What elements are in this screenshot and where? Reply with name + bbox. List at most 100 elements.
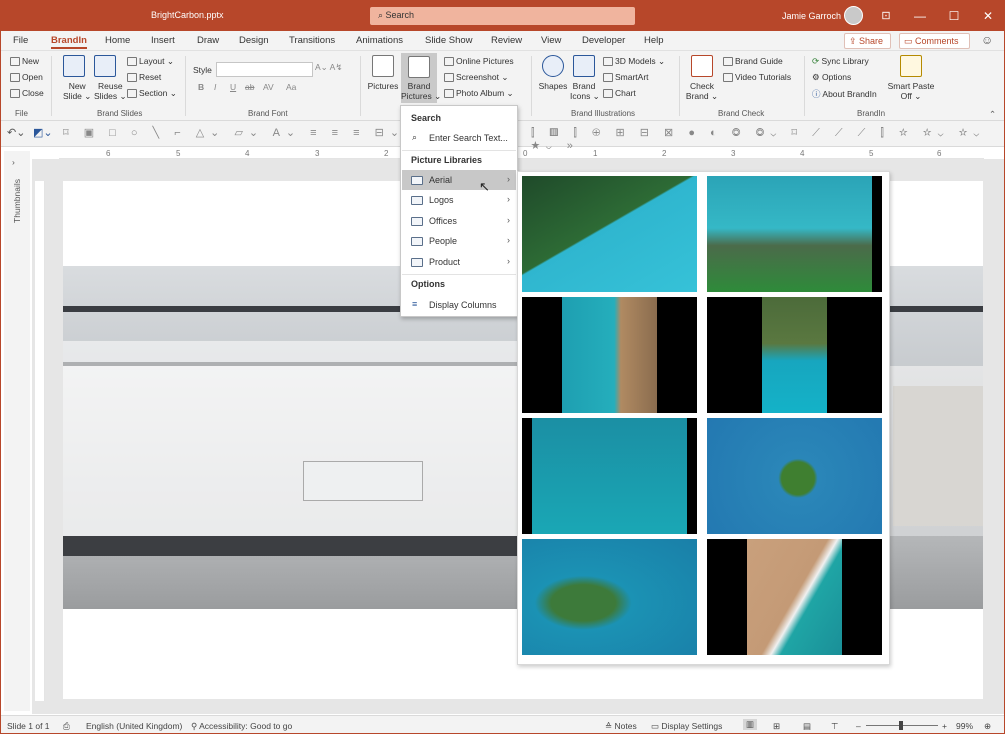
sync-library-button[interactable]: ⟳ Sync Library bbox=[812, 56, 869, 67]
tab-developer[interactable]: Developer bbox=[582, 35, 625, 46]
chart-button[interactable]: Chart bbox=[603, 88, 636, 99]
gallery-image-7[interactable] bbox=[522, 539, 697, 655]
bold-button[interactable]: B bbox=[198, 82, 204, 92]
reuse-slides-button[interactable]: Reuse Slides ⌄ bbox=[94, 55, 127, 102]
tab-draw[interactable]: Draw bbox=[197, 35, 219, 46]
display-settings-button[interactable]: ▭ Display Settings bbox=[651, 721, 722, 732]
reading-view-icon[interactable]: ▤ bbox=[803, 721, 811, 732]
library-item-product[interactable]: Product › bbox=[402, 252, 516, 272]
close-button[interactable]: Close bbox=[10, 88, 44, 99]
new-slide-button[interactable]: New Slide ⌄ bbox=[63, 55, 91, 102]
smart-paste-button[interactable]: Smart Paste Off ⌄ bbox=[886, 55, 936, 102]
spellcheck-icon[interactable]: ⎙ bbox=[63, 721, 70, 732]
tab-insert[interactable]: Insert bbox=[151, 35, 175, 46]
open-button[interactable]: Open bbox=[10, 72, 43, 83]
underline-button[interactable]: U bbox=[230, 82, 236, 92]
layout-icon bbox=[127, 57, 137, 67]
share-button[interactable]: ⇪ Share bbox=[844, 33, 891, 49]
gallery-image-5[interactable] bbox=[522, 418, 697, 534]
shapes-button[interactable]: Shapes bbox=[538, 55, 568, 91]
tab-file[interactable]: File bbox=[13, 35, 28, 46]
gallery-image-1[interactable] bbox=[522, 176, 697, 292]
slideshow-icon[interactable]: ⊤ bbox=[831, 721, 838, 732]
gallery-image-8[interactable] bbox=[707, 539, 882, 655]
library-item-offices[interactable]: Offices › bbox=[402, 211, 516, 231]
3d-models-button[interactable]: 3D Models ⌄ bbox=[603, 56, 665, 67]
check-brand-icon bbox=[691, 55, 713, 77]
mouse-cursor-icon: ↖ bbox=[479, 179, 490, 194]
select-icon[interactable]: ◩⌄ bbox=[33, 126, 53, 139]
library-item-people[interactable]: People › bbox=[402, 231, 516, 251]
gallery-image-6[interactable] bbox=[707, 418, 882, 534]
smiley-icon[interactable]: ☺ bbox=[981, 33, 993, 47]
italic-button[interactable]: I bbox=[214, 82, 216, 92]
char-spacing-button[interactable]: AV bbox=[263, 82, 274, 92]
collapse-ribbon-icon[interactable]: ⌃ bbox=[989, 109, 996, 120]
gallery-image-2[interactable] bbox=[707, 176, 882, 292]
slide-sorter-icon[interactable]: ⊞ bbox=[773, 721, 780, 732]
search-box[interactable]: ⌕ Search bbox=[370, 7, 635, 25]
brand-guide-button[interactable]: Brand Guide bbox=[723, 56, 783, 67]
library-item-logos[interactable]: Logos › bbox=[402, 190, 516, 210]
options-button[interactable]: ⚙ Options bbox=[812, 72, 851, 83]
chevron-right-icon: › bbox=[507, 215, 510, 225]
zoom-level[interactable]: 99% bbox=[956, 721, 973, 731]
minimize-button[interactable]: — bbox=[903, 1, 937, 31]
reset-button[interactable]: Reset bbox=[127, 72, 161, 83]
tab-view[interactable]: View bbox=[541, 35, 561, 46]
accessibility-status[interactable]: ⚲ Accessibility: Good to go bbox=[191, 721, 292, 732]
gallery-image-4[interactable] bbox=[707, 297, 882, 413]
tab-transitions[interactable]: Transitions bbox=[289, 35, 335, 46]
accessibility-icon: ⚲ bbox=[191, 721, 200, 731]
tab-brandin[interactable]: BrandIn bbox=[51, 35, 87, 49]
change-case-button[interactable]: Aa bbox=[286, 82, 296, 92]
maximize-button[interactable]: ☐ bbox=[937, 1, 971, 31]
ribbon-display-icon[interactable]: ⊡ bbox=[869, 1, 903, 31]
normal-view-icon[interactable]: ▥ bbox=[743, 719, 758, 730]
brand-guide-icon bbox=[723, 57, 733, 67]
notes-button[interactable]: ≙ Notes bbox=[605, 721, 637, 732]
font-color-icon[interactable]: A⌄ A↯ bbox=[315, 62, 342, 73]
new-button[interactable]: New bbox=[10, 56, 39, 67]
screenshot-button[interactable]: Screenshot ⌄ bbox=[444, 72, 508, 83]
library-item-aerial[interactable]: Aerial › bbox=[402, 170, 516, 190]
tab-animations[interactable]: Animations bbox=[356, 35, 403, 46]
aerial-island-image bbox=[707, 418, 882, 534]
tab-home[interactable]: Home bbox=[105, 35, 130, 46]
undo-icon[interactable]: ↶⌄ bbox=[7, 126, 25, 139]
strikethrough-button[interactable]: ab bbox=[245, 82, 254, 92]
language-label[interactable]: English (United Kingdom) bbox=[86, 721, 182, 731]
zoom-slider-thumb[interactable] bbox=[899, 721, 903, 730]
expand-thumbnails-icon[interactable]: › bbox=[12, 157, 15, 167]
section-button[interactable]: Section ⌄ bbox=[127, 88, 177, 99]
shape-tools-icon[interactable]: ⌑ ▣ □ ○ ╲ ⌐ △⌄ ▱⌄ A⌄ ≡ ≡ ≡ ⊟⌄ ⧉ ⧉ bbox=[63, 126, 451, 140]
options-heading: Options bbox=[411, 279, 445, 289]
pictures-button[interactable]: Pictures bbox=[367, 55, 399, 91]
tab-design[interactable]: Design bbox=[239, 35, 269, 46]
photo-album-button[interactable]: Photo Album ⌄ bbox=[444, 88, 514, 99]
zoom-out-button[interactable]: – bbox=[856, 721, 861, 731]
online-pictures-button[interactable]: Online Pictures bbox=[444, 56, 514, 67]
user-name[interactable]: Jamie Garroch bbox=[782, 11, 841, 21]
smartart-button[interactable]: SmartArt bbox=[603, 72, 649, 83]
tab-review[interactable]: Review bbox=[491, 35, 522, 46]
enter-search-text-item[interactable]: ⌕ Enter Search Text... bbox=[402, 128, 516, 148]
fit-to-window-icon[interactable]: ⊕ bbox=[984, 721, 991, 732]
avatar[interactable] bbox=[844, 6, 863, 25]
about-brandin-button[interactable]: ⓘ About BrandIn bbox=[812, 88, 877, 100]
style-dropdown[interactable] bbox=[216, 62, 313, 77]
tab-slide-show[interactable]: Slide Show bbox=[425, 35, 473, 46]
thumbnails-pane[interactable]: › Thumbnails bbox=[4, 151, 30, 711]
check-brand-button[interactable]: Check Brand ⌄ bbox=[685, 55, 719, 102]
brand-pictures-button[interactable]: Brand Pictures ⌄ bbox=[401, 53, 441, 103]
layout-button[interactable]: Layout ⌄ bbox=[127, 56, 174, 67]
brand-icons-button[interactable]: Brand Icons ⌄ bbox=[570, 55, 600, 102]
comments-button[interactable]: ▭ Comments bbox=[899, 33, 970, 49]
tab-help[interactable]: Help bbox=[644, 35, 664, 46]
close-window-button[interactable]: ✕ bbox=[971, 1, 1004, 31]
video-tutorials-button[interactable]: Video Tutorials bbox=[723, 72, 791, 83]
zoom-in-button[interactable]: + bbox=[942, 721, 947, 731]
picture-icon bbox=[411, 196, 423, 205]
gallery-image-3[interactable] bbox=[522, 297, 697, 413]
display-columns-item[interactable]: ≡ Display Columns bbox=[402, 295, 516, 315]
